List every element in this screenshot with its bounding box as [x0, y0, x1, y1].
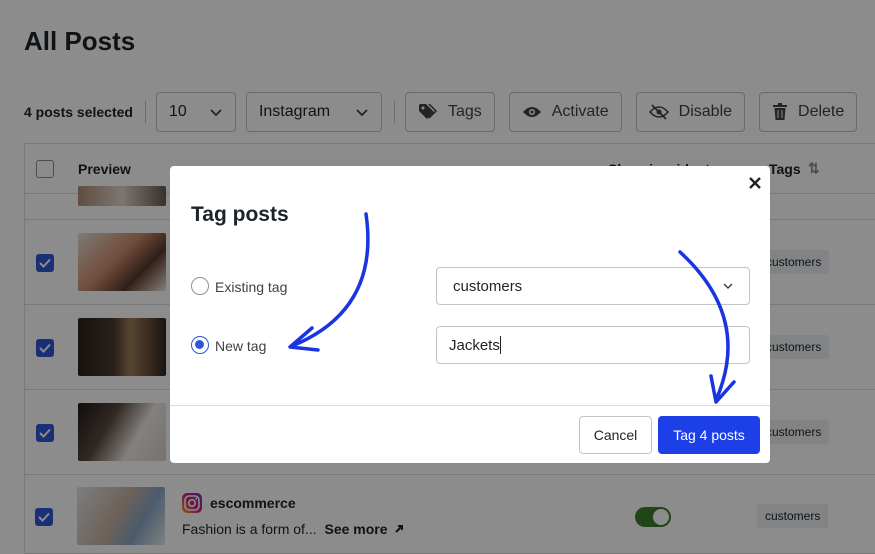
- existing-tag-label: Existing tag: [215, 279, 288, 295]
- close-icon[interactable]: [748, 176, 762, 190]
- new-tag-label: New tag: [215, 338, 267, 354]
- new-tag-radio[interactable]: [191, 336, 209, 354]
- modal-footer: Cancel Tag 4 posts: [170, 405, 770, 463]
- existing-tag-value: customers: [453, 277, 523, 295]
- modal-title: Tag posts: [191, 203, 289, 226]
- cancel-button[interactable]: Cancel: [579, 416, 652, 454]
- new-tag-value: Jackets: [449, 336, 500, 354]
- tag-posts-modal: Tag posts Existing tag customers New tag…: [170, 166, 770, 463]
- existing-tag-radio[interactable]: [191, 277, 209, 295]
- existing-tag-select[interactable]: customers: [436, 267, 750, 305]
- text-caret: [499, 336, 501, 354]
- chevron-down-icon: [723, 283, 733, 290]
- new-tag-input[interactable]: Jackets: [436, 326, 750, 364]
- tag-posts-submit-button[interactable]: Tag 4 posts: [658, 416, 760, 454]
